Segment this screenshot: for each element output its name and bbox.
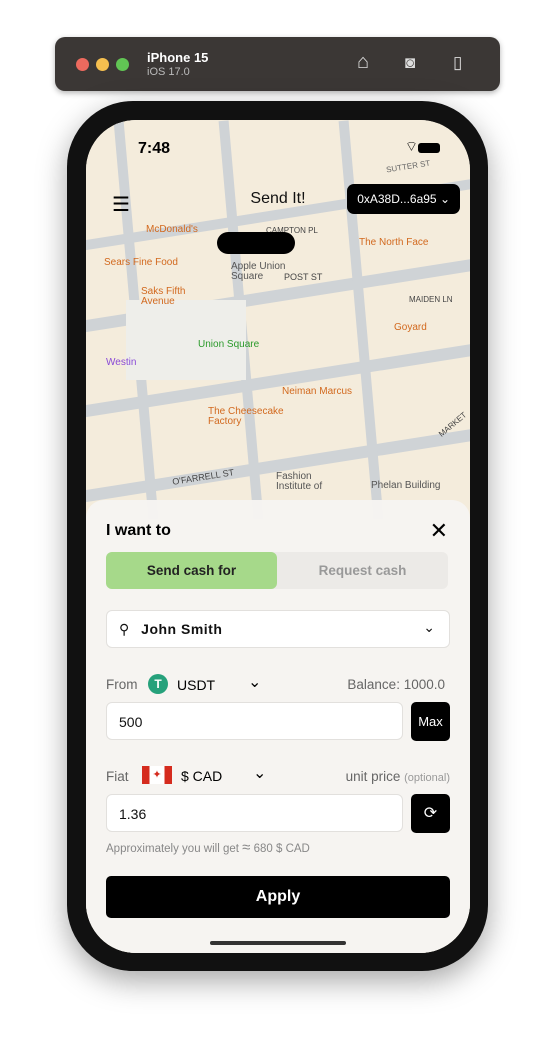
currency-selector[interactable]: $ CAD <box>181 768 222 784</box>
map-label: MAIDEN LN <box>409 295 453 304</box>
device-name: iPhone 15 <box>147 50 209 65</box>
close-window-button[interactable] <box>76 58 89 71</box>
amount-value: 500 <box>119 714 143 730</box>
battery-icon <box>418 143 440 153</box>
tab-send-cash[interactable]: Send cash for <box>106 552 277 589</box>
map-label: Phelan Building <box>371 480 441 491</box>
minimize-window-button[interactable] <box>96 58 109 71</box>
chevron-down-icon[interactable]: ⌄ <box>253 763 266 783</box>
canada-flag-icon: ✦ <box>142 766 172 784</box>
map-label: Saks Fifth Avenue <box>141 286 186 307</box>
refresh-icon: ⟳ <box>423 805 438 822</box>
map-label: Sears Fine Food <box>104 257 178 268</box>
map-label: Fashion Institute of <box>276 471 323 492</box>
zoom-window-button[interactable] <box>116 58 129 71</box>
from-label: From <box>106 677 138 692</box>
phone-screen: McDonald's CAMPTON PL The North Face Sea… <box>86 120 470 953</box>
apply-button[interactable]: Apply <box>106 876 450 918</box>
optional-label: (optional) <box>404 772 450 784</box>
map-label: Union Square <box>198 339 260 350</box>
home-indicator[interactable] <box>210 941 346 945</box>
balance-text: Balance: 1000.0 <box>347 677 445 692</box>
recipient-name: John Smith <box>141 621 223 637</box>
map-label: Goyard <box>394 322 427 333</box>
map-label: O'FARRELL ST <box>171 467 235 487</box>
refresh-rate-button[interactable]: ⟳ <box>411 794 450 833</box>
status-time: 7:48 <box>138 140 171 157</box>
map-label: SUTTER ST <box>385 158 431 175</box>
amount-input[interactable]: 500 <box>106 702 403 740</box>
unit-price-label: unit price <box>345 769 401 784</box>
wallet-address: 0xA38D...6a95 <box>357 192 437 206</box>
map-label: McDonald's <box>146 224 198 235</box>
map-label: The North Face <box>359 237 429 248</box>
screenshot-icon[interactable]: ◙ <box>405 53 415 73</box>
tab-request-cash[interactable]: Request cash <box>277 552 448 589</box>
chevron-down-icon: ⌄ <box>423 619 435 635</box>
unit-price-input[interactable]: 1.36 <box>106 794 403 832</box>
user-icon: ⚲ <box>119 621 130 637</box>
fiat-label: Fiat <box>106 769 129 784</box>
chevron-down-icon[interactable]: ⌄ <box>248 672 261 692</box>
dynamic-island <box>217 232 295 254</box>
sheet-title: I want to <box>106 522 171 539</box>
max-button[interactable]: Max <box>411 702 450 741</box>
map-label: Neiman Marcus <box>282 386 353 397</box>
home-icon[interactable]: ⌂ <box>357 51 369 74</box>
map-label: POST ST <box>284 272 323 282</box>
rotate-icon[interactable]: ▯ <box>453 53 462 73</box>
close-icon[interactable]: ✕ <box>430 518 448 544</box>
map-label: Westin <box>106 357 137 368</box>
approx-text: Approximately you will get ≈ 680 $ CAD <box>106 839 310 856</box>
wallet-selector[interactable]: 0xA38D...6a95 ⌄ <box>347 184 460 214</box>
unit-price-value: 1.36 <box>119 806 147 822</box>
wifi-icon: ⌔ <box>404 138 418 154</box>
simulator-toolbar: iPhone 15 iOS 17.0 ⌂ ◙ ▯ <box>55 37 500 91</box>
send-sheet: I want to ✕ Send cash for Request cash ⚲… <box>86 500 470 953</box>
os-version: iOS 17.0 <box>147 66 190 78</box>
usdt-token-icon: T <box>148 674 168 694</box>
recipient-select[interactable]: ⚲ John Smith ⌄ <box>106 610 450 648</box>
chevron-down-icon: ⌄ <box>439 192 450 206</box>
mode-toggle: Send cash for Request cash <box>106 552 448 589</box>
map-label: The Cheesecake Factory <box>208 406 284 427</box>
token-selector[interactable]: USDT <box>177 677 215 693</box>
